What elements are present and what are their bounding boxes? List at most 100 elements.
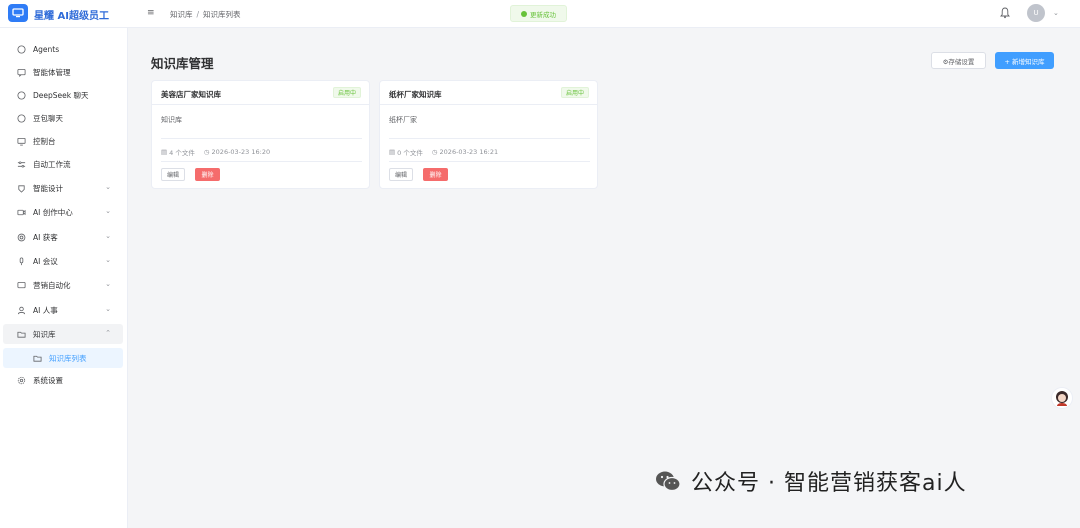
- toast-text: 更新成功: [530, 10, 556, 19]
- palette-icon: [14, 184, 28, 193]
- delete-button[interactable]: 删除: [423, 168, 448, 181]
- folder-icon: [14, 330, 28, 339]
- card-description: 知识库: [161, 116, 182, 124]
- folder-icon: [30, 354, 44, 363]
- created-time: 2026-03-23 16:20: [211, 148, 271, 156]
- video-icon: [14, 208, 28, 217]
- bell-icon[interactable]: [1000, 7, 1010, 19]
- clock-icon: ◷: [431, 148, 438, 156]
- file-icon: ▤: [389, 148, 396, 156]
- sidebar-item-label: 智能设计: [33, 183, 63, 193]
- sidebar-item-label: Agents: [33, 44, 60, 54]
- sidebar-item-deepseek-chat[interactable]: DeepSeek 聊天: [3, 85, 123, 105]
- avatar[interactable]: U: [1027, 4, 1045, 22]
- card-meta: ▤ 4 个文件 ◷ 2026-03-23 16:20: [161, 147, 270, 157]
- success-toast: 更新成功: [510, 5, 567, 22]
- chevron-down-icon: ⌄: [105, 305, 111, 313]
- sidebar-item-ai-creation[interactable]: AI 创作中心 ⌄: [3, 202, 123, 222]
- sidebar-item-label: 知识库: [33, 329, 56, 339]
- divider: [389, 138, 590, 139]
- sidebar-item-label: AI 人事: [33, 305, 58, 315]
- chevron-down-icon[interactable]: ⌄: [1053, 9, 1059, 17]
- sidebar-item-ai-hr[interactable]: AI 人事 ⌄: [3, 300, 123, 320]
- divider: [152, 104, 369, 105]
- sidebar-item-smart-design[interactable]: 智能设计 ⌄: [3, 178, 123, 198]
- file-icon: ▤: [161, 148, 168, 156]
- sidebar-item-console[interactable]: 控制台: [3, 131, 123, 151]
- divider: [161, 161, 362, 162]
- sidebar-item-ai-meeting[interactable]: AI 会议 ⌄: [3, 251, 123, 271]
- clock-icon: ◷: [203, 148, 210, 156]
- monitor-logo-icon: [8, 4, 28, 22]
- file-count: 0 个文件: [397, 149, 423, 157]
- sidebar-item-label: 智能体管理: [33, 67, 71, 77]
- sidebar-item-label: 自动工作流: [33, 159, 71, 169]
- user-icon: [14, 306, 28, 315]
- microphone-icon: [14, 256, 28, 266]
- card-title: 纸杯厂家知识库: [389, 90, 442, 99]
- sidebar-item-agents[interactable]: Agents: [3, 39, 123, 59]
- message-square-icon: [14, 68, 28, 77]
- sidebar-item-label: DeepSeek 聊天: [33, 90, 89, 100]
- sidebar-item-label: 知识库列表: [49, 353, 87, 363]
- add-knowledge-base-button[interactable]: + 新增知识库: [995, 52, 1054, 69]
- wechat-icon: [656, 471, 681, 492]
- breadcrumb-item[interactable]: 知识库: [170, 10, 193, 19]
- storage-settings-button[interactable]: ⚙存储设置: [931, 52, 986, 69]
- divider: [161, 138, 362, 139]
- breadcrumb: 知识库 / 知识库列表: [170, 9, 241, 20]
- gear-icon: [14, 376, 28, 385]
- divider: [380, 104, 597, 105]
- status-badge: 启用中: [332, 87, 361, 98]
- chevron-down-icon: ⌄: [105, 183, 111, 191]
- watermark-text: 公众号 · 智能营销获客ai人: [691, 471, 967, 496]
- sidebar-item-label: 营销自动化: [33, 280, 71, 290]
- sidebar: Agents 智能体管理 DeepSeek 聊天 豆包聊天 控制台 自动工作流 …: [0, 28, 128, 528]
- chevron-down-icon: ⌄: [105, 280, 111, 288]
- sidebar-item-label: 豆包聊天: [33, 113, 63, 123]
- sidebar-item-label: 系统设置: [33, 375, 63, 385]
- sidebar-item-workflow[interactable]: 自动工作流: [3, 154, 123, 174]
- sidebar-item-knowledge-base[interactable]: 知识库 ⌃: [3, 324, 123, 344]
- knowledge-base-card: 纸杯厂家知识库 启用中 纸杯厂家 ▤ 0 个文件 ◷ 2026-03-23 16:2…: [379, 80, 598, 189]
- sidebar-item-system-settings[interactable]: 系统设置: [3, 370, 123, 390]
- edit-button[interactable]: 编辑: [389, 168, 413, 181]
- breadcrumb-item-current: 知识库列表: [203, 10, 241, 19]
- chevron-down-icon: ⌄: [105, 256, 111, 264]
- sidebar-item-agent-management[interactable]: 智能体管理: [3, 62, 123, 82]
- target-icon: [14, 233, 28, 242]
- sidebar-item-label: AI 获客: [33, 232, 58, 242]
- app-title: 星耀 AI超级员工: [34, 11, 109, 22]
- message-square-icon: [14, 281, 28, 290]
- chat-bubble-icon: [14, 90, 28, 100]
- sidebar-item-knowledge-base-list[interactable]: 知识库列表: [3, 348, 123, 368]
- sidebar-item-ai-leads[interactable]: AI 获客 ⌄: [3, 227, 123, 247]
- card-meta: ▤ 0 个文件 ◷ 2026-03-23 16:21: [389, 147, 498, 157]
- chat-bubble-icon: [14, 113, 28, 123]
- status-badge: 启用中: [560, 87, 589, 98]
- card-title: 美容店厂家知识库: [161, 90, 221, 99]
- delete-button[interactable]: 删除: [195, 168, 220, 181]
- sidebar-item-label: AI 创作中心: [33, 207, 73, 217]
- sidebar-item-marketing-automation[interactable]: 营销自动化 ⌄: [3, 275, 123, 295]
- divider: [389, 161, 590, 162]
- assistant-avatar-icon[interactable]: [1051, 387, 1073, 409]
- monitor-icon: [14, 137, 28, 146]
- file-count: 4 个文件: [169, 149, 195, 157]
- watermark: 公众号 · 智能营销获客ai人: [655, 465, 967, 497]
- created-time: 2026-03-23 16:21: [439, 148, 499, 156]
- sidebar-item-label: 控制台: [33, 136, 56, 146]
- sidebar-item-label: AI 会议: [33, 256, 58, 266]
- knowledge-base-card: 美容店厂家知识库 启用中 知识库 ▤ 4 个文件 ◷ 2026-03-23 16:2…: [151, 80, 370, 189]
- chat-bubble-icon: [14, 44, 28, 54]
- card-description: 纸杯厂家: [389, 116, 417, 124]
- sidebar-item-doubao-chat[interactable]: 豆包聊天: [3, 108, 123, 128]
- edit-button[interactable]: 编辑: [161, 168, 185, 181]
- page-title: 知识库管理: [151, 56, 214, 71]
- check-circle-icon: [521, 10, 527, 17]
- sliders-icon: [14, 160, 28, 169]
- top-bar: 星耀 AI超级员工 ≡ 知识库 / 知识库列表 更新成功 U ⌄: [0, 0, 1080, 28]
- chevron-down-icon: ⌄: [105, 232, 111, 240]
- menu-toggle-icon[interactable]: ≡: [147, 8, 155, 18]
- chevron-down-icon: ⌄: [105, 207, 111, 215]
